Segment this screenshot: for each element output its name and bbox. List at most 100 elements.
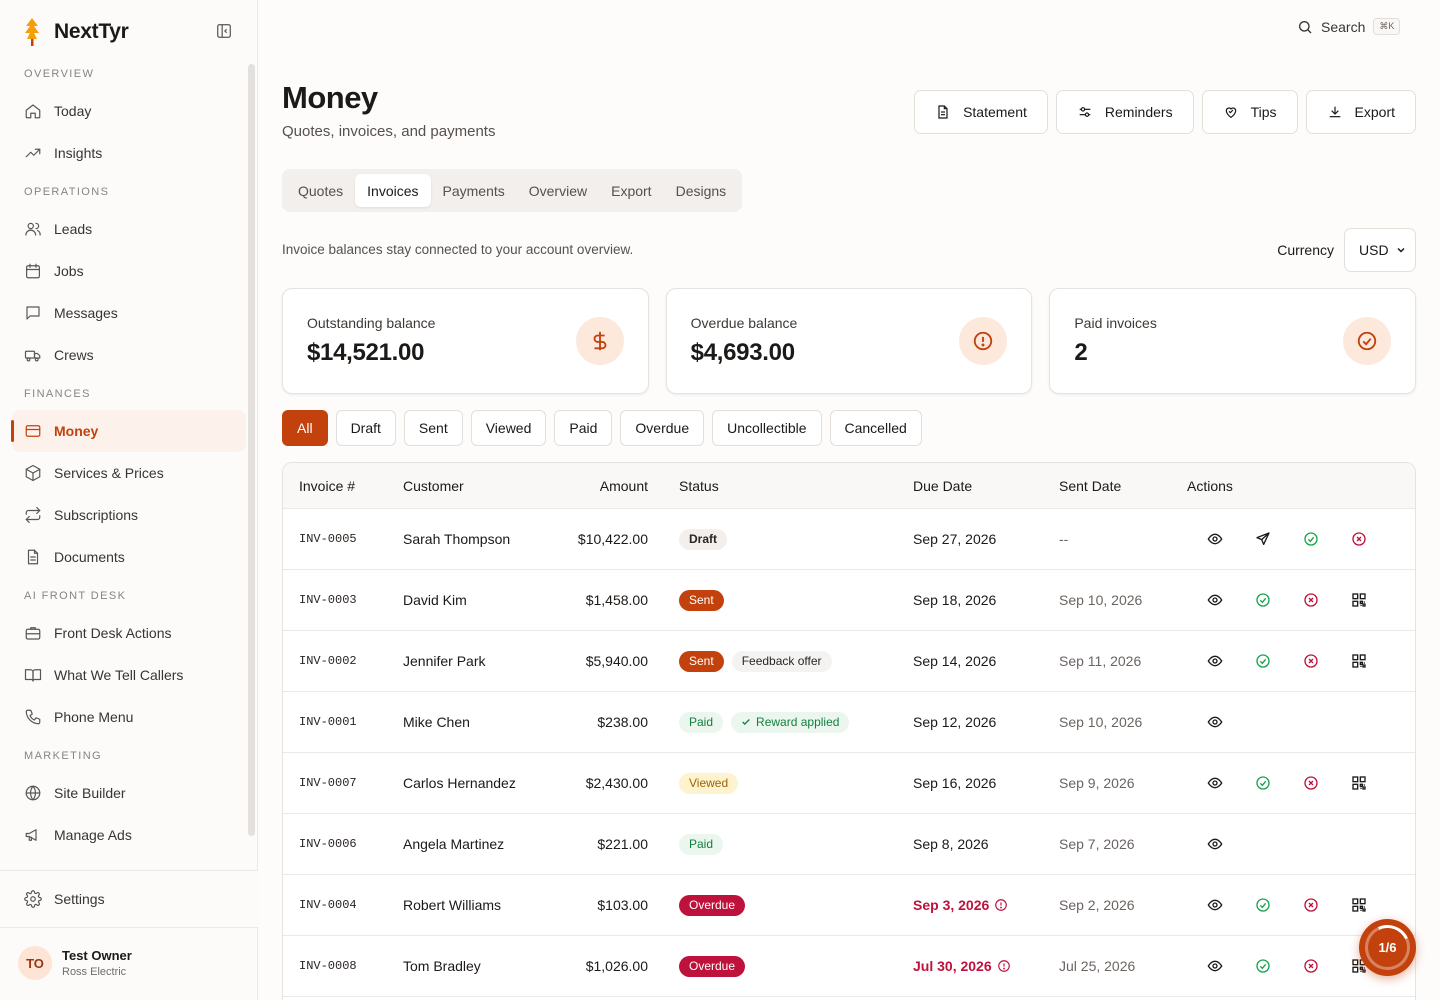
statement-button[interactable]: Statement <box>914 90 1048 134</box>
x-circle-icon[interactable] <box>1335 527 1383 551</box>
check-circle-icon[interactable] <box>1239 893 1287 917</box>
sliders-icon <box>1077 104 1093 120</box>
filter-paid[interactable]: Paid <box>554 410 613 446</box>
sidebar-item-what-we-tell-callers[interactable]: What We Tell Callers <box>12 654 246 696</box>
qr-code-icon[interactable] <box>1335 893 1383 917</box>
status-badge: Sent <box>679 589 724 611</box>
check-circle-icon[interactable] <box>1239 954 1287 978</box>
sidebar-item-phone-menu[interactable]: Phone Menu <box>12 696 246 738</box>
table-row[interactable]: INV-0001 Mike Chen $238.00 Paid Reward appli… <box>283 692 1415 753</box>
x-circle-icon[interactable] <box>1287 954 1335 978</box>
sidebar-item-messages[interactable]: Messages <box>12 292 246 334</box>
check-circle-icon[interactable] <box>1239 649 1287 673</box>
tab-overview[interactable]: Overview <box>517 174 599 207</box>
table-row[interactable]: INV-0008 Tom Bradley $1,026.00 Overdue Jul 3… <box>283 936 1415 997</box>
invoice-number[interactable]: INV-0008 <box>299 936 357 996</box>
sidebar-item-jobs[interactable]: Jobs <box>12 250 246 292</box>
sidebar-item-site-builder[interactable]: Site Builder <box>12 772 246 814</box>
tips-button[interactable]: Tips <box>1201 90 1298 134</box>
status-cell: Viewed <box>679 753 739 813</box>
due-date: Sep 27, 2026 <box>913 509 996 569</box>
sidebar-item-money[interactable]: Money <box>11 410 246 452</box>
settings-icon <box>24 890 42 908</box>
invoice-number[interactable]: INV-0001 <box>299 692 357 752</box>
progress-label: 1/6 <box>1378 940 1397 955</box>
filter-overdue[interactable]: Overdue <box>620 410 705 446</box>
table-header: Invoice # Customer Amount Status Due Dat… <box>283 463 1415 509</box>
user-profile[interactable]: TO Test Owner Ross Electric <box>18 946 132 980</box>
sidebar-item-subscriptions[interactable]: Subscriptions <box>12 494 246 536</box>
send-icon[interactable] <box>1239 527 1287 551</box>
eye-icon[interactable] <box>1191 954 1239 978</box>
filter-draft[interactable]: Draft <box>335 410 396 446</box>
eye-icon[interactable] <box>1191 710 1239 734</box>
eye-icon[interactable] <box>1191 893 1239 917</box>
filter-uncollectible[interactable]: Uncollectible <box>712 410 822 446</box>
invoice-number[interactable]: INV-0005 <box>299 509 357 569</box>
invoice-number[interactable]: INV-0003 <box>299 570 357 630</box>
onboarding-progress-button[interactable]: 1/6 <box>1358 918 1417 977</box>
sidebar-item-design[interactable]: Design <box>12 856 246 869</box>
card-label: Outstanding balance <box>307 315 436 331</box>
table-row[interactable]: INV-0007 Carlos Hernandez $2,430.00 Viewed S… <box>283 753 1415 814</box>
check-circle-icon[interactable] <box>1239 588 1287 612</box>
filter-sent[interactable]: Sent <box>403 410 463 446</box>
qr-code-icon[interactable] <box>1335 649 1383 673</box>
brand[interactable]: NextTyr <box>22 14 129 50</box>
filter-viewed[interactable]: Viewed <box>470 410 547 446</box>
invoice-number[interactable]: INV-0006 <box>299 814 357 874</box>
row-actions <box>1191 753 1383 813</box>
tab-quotes[interactable]: Quotes <box>286 174 355 207</box>
status-cell: Overdue <box>679 875 746 935</box>
sidebar-item-leads[interactable]: Leads <box>12 208 246 250</box>
sidebar-item-manage-ads[interactable]: Manage Ads <box>12 814 246 856</box>
status-badge: Overdue <box>679 894 746 916</box>
sidebar-item-services-and-prices[interactable]: Services & Prices <box>12 452 246 494</box>
filter-cancelled[interactable]: Cancelled <box>829 410 922 446</box>
eye-icon[interactable] <box>1191 771 1239 795</box>
x-circle-icon[interactable] <box>1287 649 1335 673</box>
invoice-number[interactable]: INV-0007 <box>299 753 357 813</box>
row-actions <box>1191 814 1239 874</box>
check-circle-icon[interactable] <box>1239 771 1287 795</box>
eye-icon[interactable] <box>1191 527 1239 551</box>
x-circle-icon[interactable] <box>1287 588 1335 612</box>
nav-section-operations: OPERATIONS <box>24 186 110 198</box>
collapse-sidebar-icon[interactable] <box>215 22 235 42</box>
export-button[interactable]: Export <box>1305 90 1416 134</box>
qr-code-icon[interactable] <box>1335 771 1383 795</box>
table-row[interactable]: INV-0006 Angela Martinez $221.00 Paid Sep 8,… <box>283 814 1415 875</box>
table-row[interactable]: INV-0004 Robert Williams $103.00 Overdue Sep… <box>283 875 1415 936</box>
table-row[interactable]: INV-0003 David Kim $1,458.00 Sent Sep 18, 20… <box>283 570 1415 631</box>
sidebar-scrollbar[interactable] <box>248 64 255 836</box>
filter-all[interactable]: All <box>282 410 328 446</box>
currency-select[interactable]: USD <box>1344 228 1416 272</box>
sidebar-item-insights[interactable]: Insights <box>12 132 246 174</box>
table-row[interactable]: INV-0002 Jennifer Park $5,940.00 Sent Feedba… <box>283 631 1415 692</box>
sidebar-item-crews[interactable]: Crews <box>12 334 246 376</box>
customer-name: Mike Chen <box>403 714 470 730</box>
invoice-number[interactable]: INV-0004 <box>299 875 357 935</box>
eye-icon[interactable] <box>1191 832 1239 856</box>
eye-icon[interactable] <box>1191 588 1239 612</box>
search-label: Search <box>1321 18 1366 35</box>
table-row[interactable]: INV-0005 Sarah Thompson $10,422.00 Draft Sep… <box>283 509 1415 570</box>
sidebar-item-settings[interactable]: Settings <box>0 870 258 928</box>
tab-payments[interactable]: Payments <box>431 174 517 207</box>
tab-export[interactable]: Export <box>599 174 663 207</box>
sidebar-item-today[interactable]: Today <box>12 90 246 132</box>
reminders-button[interactable]: Reminders <box>1055 90 1194 134</box>
tab-invoices[interactable]: Invoices <box>355 174 431 207</box>
x-circle-icon[interactable] <box>1287 893 1335 917</box>
eye-icon[interactable] <box>1191 649 1239 673</box>
page-title: Money <box>282 80 378 115</box>
tab-designs[interactable]: Designs <box>664 174 739 207</box>
search-button[interactable]: Search ⌘K <box>1297 18 1401 35</box>
status-badge: Overdue <box>679 955 746 977</box>
qr-code-icon[interactable] <box>1335 588 1383 612</box>
check-circle-icon[interactable] <box>1287 527 1335 551</box>
sidebar-item-documents[interactable]: Documents <box>12 536 246 578</box>
x-circle-icon[interactable] <box>1287 771 1335 795</box>
sidebar-item-front-desk-actions[interactable]: Front Desk Actions <box>12 612 246 654</box>
invoice-number[interactable]: INV-0002 <box>299 631 357 691</box>
